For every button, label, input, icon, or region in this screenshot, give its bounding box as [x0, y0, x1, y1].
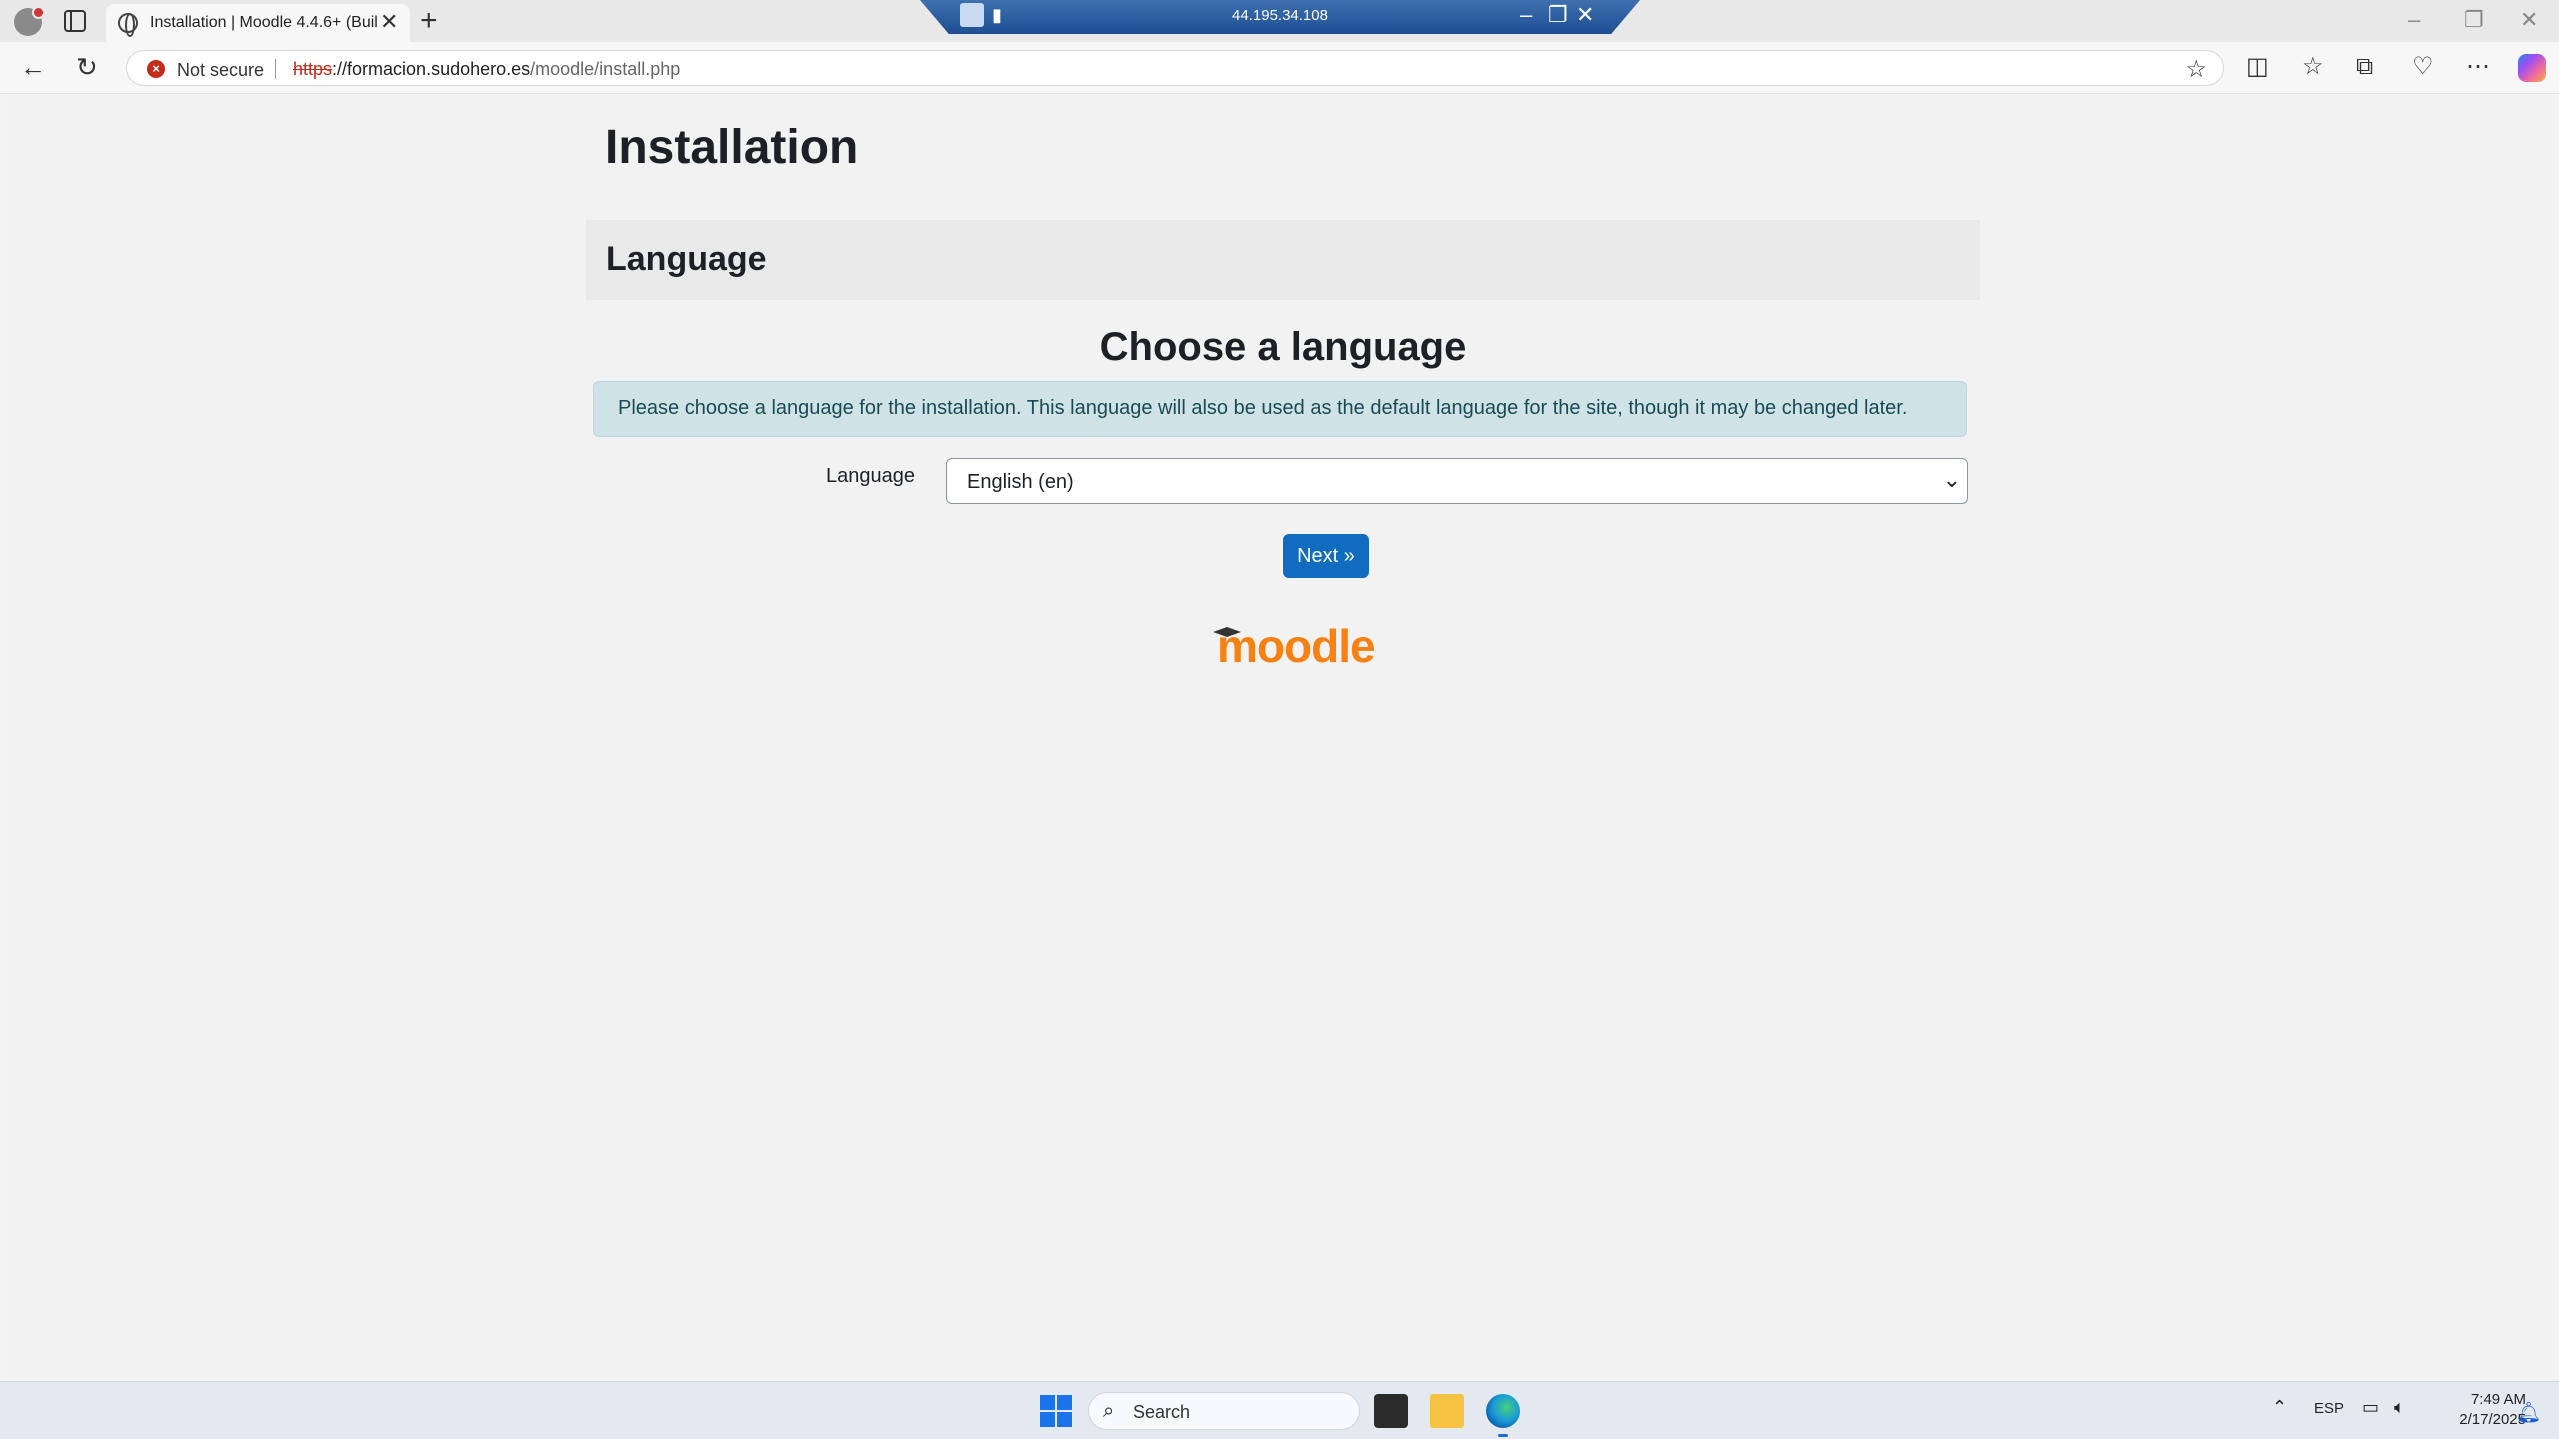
info-alert: Please choose a language for the install…	[593, 381, 1967, 437]
remote-close-icon[interactable]: ✕	[1576, 2, 1594, 28]
refresh-icon[interactable]: ↻	[76, 52, 98, 82]
tab-close-icon[interactable]: ✕	[380, 11, 398, 33]
tab-title: Installation | Moodle 4.4.6+ (Build	[150, 14, 378, 31]
chevron-up-icon[interactable]: ⌃	[2272, 1397, 2287, 1418]
copilot-icon[interactable]	[2518, 54, 2546, 82]
input-language[interactable]: ESP	[2314, 1400, 2344, 1417]
taskbar-clock[interactable]: 7:49 AM 2/17/2025	[2430, 1390, 2526, 1430]
remote-minimize-icon[interactable]: –	[1520, 2, 1532, 28]
edge-browser-icon[interactable]	[1486, 1394, 1520, 1428]
network-icon[interactable]: ▭	[2362, 1397, 2379, 1418]
globe-icon	[118, 13, 138, 37]
window-close-icon[interactable]: ✕	[2520, 6, 2538, 34]
window-restore-icon[interactable]: ❐	[2464, 6, 2484, 34]
section-title: Language	[606, 240, 767, 278]
url-path: /moodle/install.php	[530, 59, 681, 79]
section-header: Language	[586, 220, 1980, 300]
insecure-warning-icon: ×	[147, 60, 165, 78]
new-tab-button[interactable]: +	[420, 4, 438, 38]
clock-time: 7:49 AM	[2470, 1391, 2526, 1408]
language-label: Language	[826, 465, 915, 487]
moodle-logo: moodle	[1211, 615, 1376, 673]
page-title: Installation	[605, 121, 859, 174]
url-text[interactable]: https://formacion.sudohero.es/moodle/ins…	[293, 59, 680, 80]
window-minimize-icon[interactable]: –	[2408, 6, 2420, 34]
windows-start-icon[interactable]	[1040, 1395, 1072, 1427]
remote-restore-icon[interactable]: ❐	[1548, 2, 1568, 28]
profile-avatar[interactable]	[14, 6, 45, 36]
info-alert-text: Please choose a language for the install…	[618, 397, 1908, 419]
browser-toolbar: ← ↻ × Not secure https://formacion.sudoh…	[0, 42, 2559, 94]
more-options-icon[interactable]: ⋯	[2466, 52, 2490, 82]
terminal-app-icon[interactable]	[1374, 1394, 1408, 1428]
browser-essentials-icon[interactable]: ♡	[2412, 52, 2434, 82]
search-icon: ⌕	[1103, 1400, 1115, 1422]
browser-tab-active[interactable]: Installation | Moodle 4.4.6+ (Build ✕	[106, 4, 410, 42]
file-explorer-icon[interactable]	[1430, 1394, 1464, 1428]
favorites-icon[interactable]: ☆	[2302, 52, 2324, 82]
language-selected-value: English (en)	[967, 471, 1074, 493]
next-button[interactable]: Next »	[1283, 534, 1369, 578]
page-content: Installation Language Choose a language …	[6, 95, 2553, 1375]
clock-date: 2/17/2025	[2459, 1411, 2526, 1428]
favorite-star-icon[interactable]: ☆	[2185, 55, 2207, 84]
url-host: ://formacion.sudohero.es	[332, 59, 531, 79]
language-select[interactable]: English (en) ⌄	[946, 458, 1968, 504]
active-app-indicator	[1498, 1434, 1508, 1437]
volume-icon[interactable]: 🔈︎	[2394, 1397, 2405, 1418]
remote-desktop-bar: ▮ 44.195.34.108 – ❐ ✕	[920, 0, 1640, 34]
notification-bell-icon[interactable]: 🔔︎	[2516, 1400, 2541, 1425]
taskbar-search-placeholder: Search	[1133, 1402, 1191, 1422]
address-bar[interactable]: × Not secure https://formacion.sudohero.…	[126, 50, 2224, 86]
address-divider	[275, 59, 276, 79]
back-arrow-icon[interactable]: ←	[20, 52, 46, 82]
taskbar-search[interactable]: ⌕ Search	[1088, 1392, 1360, 1430]
browser-tabstrip: Installation | Moodle 4.4.6+ (Build ✕ + …	[0, 0, 2559, 42]
tab-actions-icon[interactable]	[64, 10, 86, 32]
url-scheme: https	[293, 59, 333, 79]
chevron-down-icon: ⌄	[1942, 467, 1961, 492]
security-status[interactable]: Not secure	[177, 60, 264, 81]
split-screen-icon[interactable]: ◫	[2246, 52, 2269, 82]
collections-icon[interactable]: ⧉	[2356, 52, 2373, 82]
moodle-logo-text: moodle	[1217, 620, 1376, 672]
choose-language-heading: Choose a language	[1099, 325, 1467, 369]
windows-taskbar: ⌕ Search ⌃ ESP ▭ 🔈︎ 7:49 AM 2/17/2025 🔔︎	[0, 1381, 2559, 1439]
